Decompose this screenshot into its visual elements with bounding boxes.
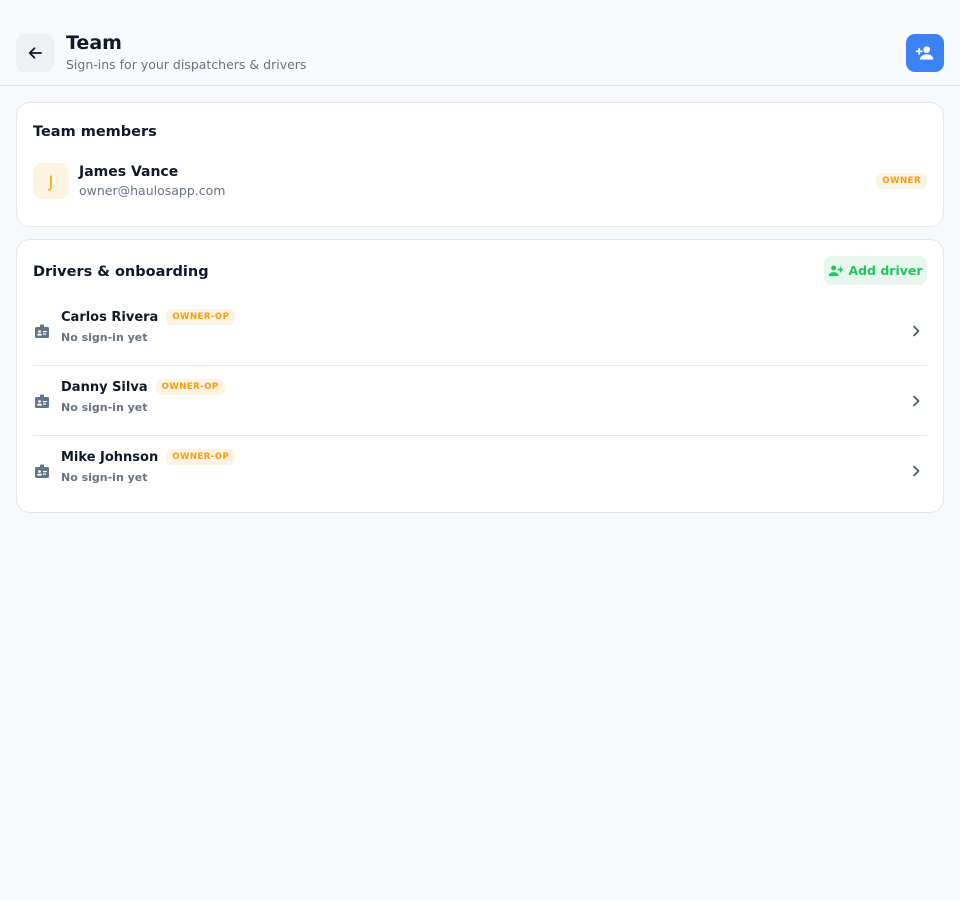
- member-name: James Vance: [79, 164, 179, 180]
- id-badge-icon: [33, 322, 51, 340]
- chevron-right-icon: [909, 463, 923, 479]
- id-badge-icon: [33, 392, 51, 410]
- arrow-left-icon: [28, 47, 42, 59]
- person-add-icon: [829, 265, 844, 277]
- person-add-icon: [915, 46, 934, 60]
- driver-row[interactable]: Mike Johnson OWNER-OP No sign-in yet: [33, 436, 927, 506]
- team-members-card: Team members J James Vance owner@haulosa…: [16, 102, 944, 227]
- page-subtitle: Sign-ins for your dispatchers & drivers: [66, 57, 307, 72]
- add-driver-button[interactable]: Add driver: [824, 256, 927, 285]
- driver-status: No sign-in yet: [61, 331, 148, 344]
- app-header: Team Sign-ins for your dispatchers & dri…: [0, 0, 960, 86]
- driver-row[interactable]: Danny Silva OWNER-OP No sign-in yet: [33, 366, 927, 436]
- owner-badge: OWNER: [876, 173, 927, 189]
- owner-op-badge: OWNER-OP: [155, 379, 225, 395]
- driver-name: Mike Johnson: [61, 449, 159, 465]
- back-button[interactable]: [16, 34, 54, 72]
- driver-name: Carlos Rivera: [61, 309, 159, 325]
- driver-name: Danny Silva: [61, 379, 148, 395]
- id-badge-icon: [33, 462, 51, 480]
- owner-op-badge: OWNER-OP: [166, 449, 236, 465]
- team-members-title: Team members: [33, 124, 157, 140]
- chevron-right-icon: [909, 393, 923, 409]
- member-email: owner@haulosapp.com: [79, 183, 226, 198]
- avatar: J: [33, 163, 69, 199]
- driver-row[interactable]: Carlos Rivera OWNER-OP No sign-in yet: [33, 296, 927, 366]
- chevron-right-icon: [909, 323, 923, 339]
- driver-status: No sign-in yet: [61, 401, 148, 414]
- owner-op-badge: OWNER-OP: [166, 309, 236, 325]
- driver-status: No sign-in yet: [61, 471, 148, 484]
- page-title: Team: [66, 32, 122, 54]
- add-driver-label: Add driver: [848, 263, 923, 278]
- invite-member-button[interactable]: [906, 34, 944, 72]
- drivers-title: Drivers & onboarding: [33, 264, 209, 280]
- drivers-card: Drivers & onboarding Add driver Carlos R…: [16, 239, 944, 513]
